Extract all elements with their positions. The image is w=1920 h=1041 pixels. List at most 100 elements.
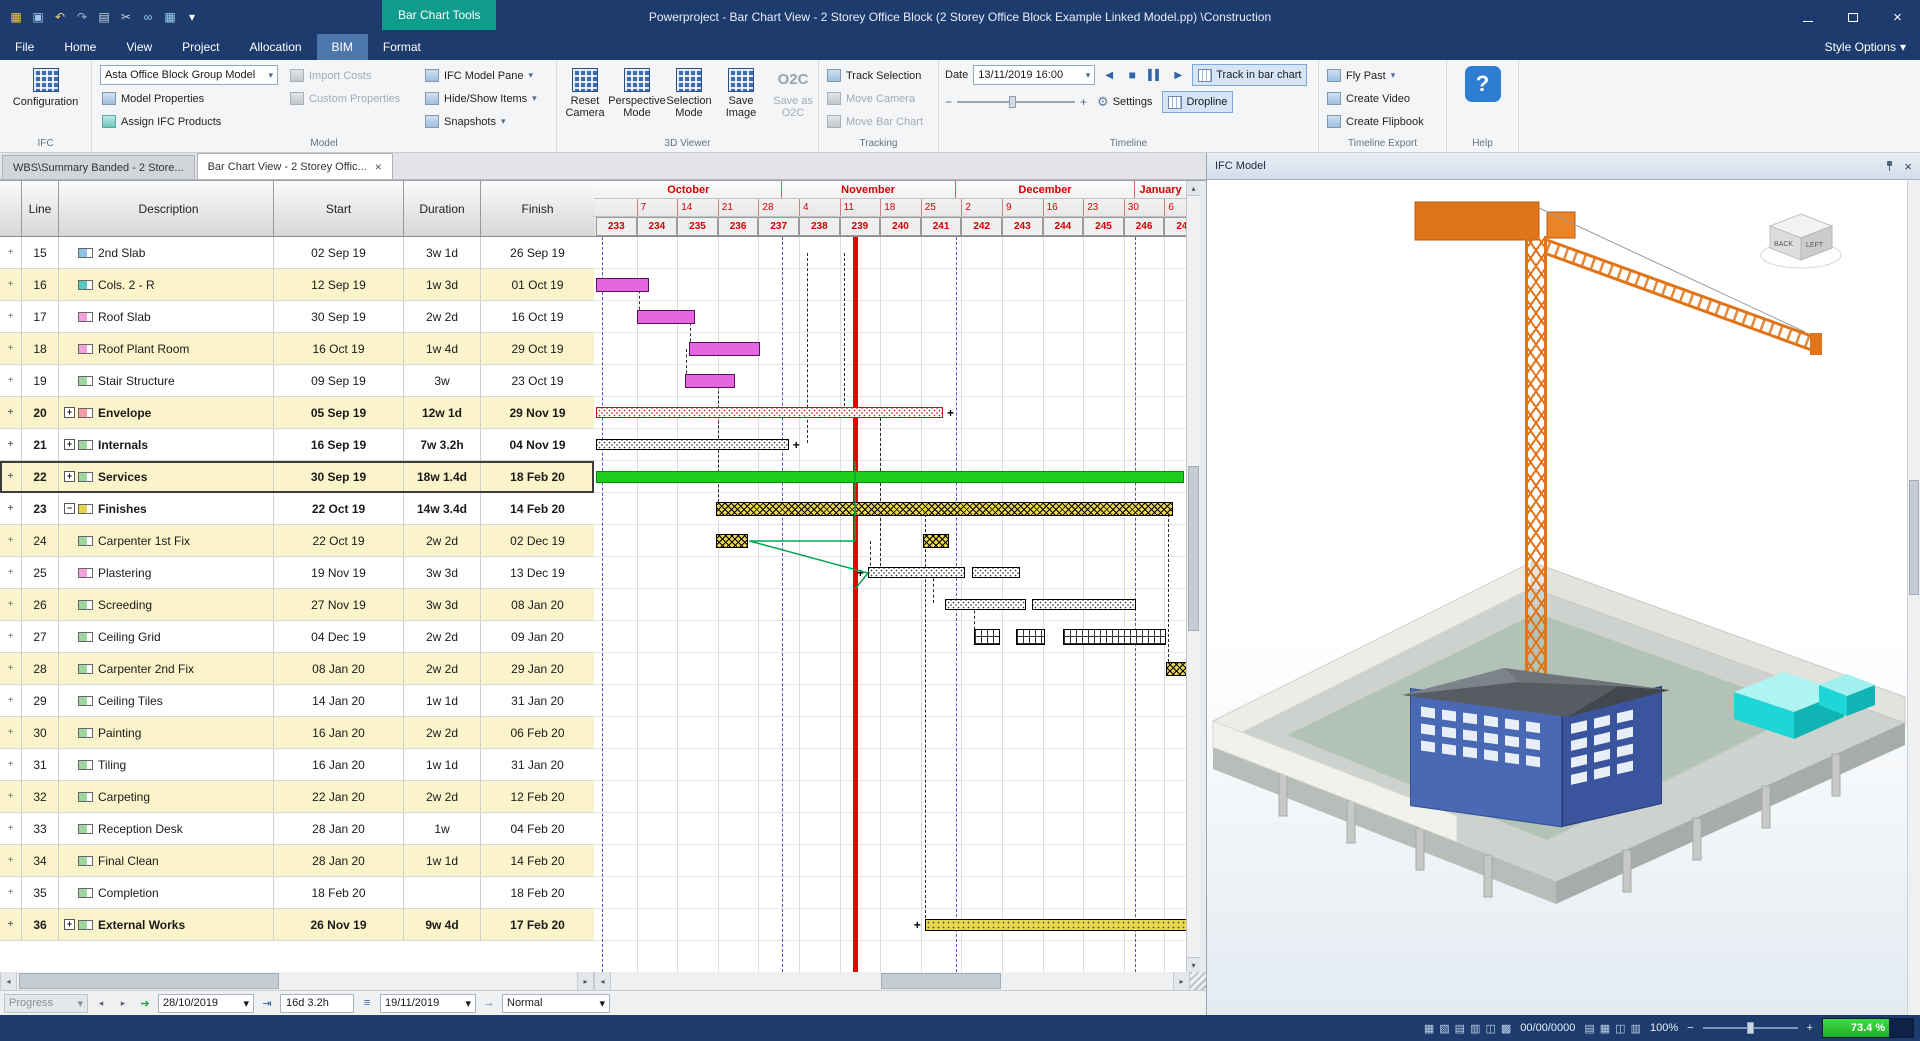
table-row-line-24[interactable]: +24Carpenter 1st Fix22 Oct 192w 2d02 Dec… (0, 525, 594, 557)
perspective-mode-button[interactable]: Perspective Mode (611, 63, 663, 119)
row-expand-icon[interactable]: + (0, 749, 22, 780)
ribbon-tab-view[interactable]: View (111, 34, 167, 60)
row-expand-icon[interactable]: + (0, 525, 22, 556)
table-row-line-17[interactable]: +17Roof Slab30 Sep 192w 2d16 Oct 19 (0, 301, 594, 333)
status-icon-b2[interactable]: ◫ (1615, 1022, 1625, 1035)
ribbon-tab-allocation[interactable]: Allocation (235, 34, 317, 60)
table-row-line-23[interactable]: +23−Finishes22 Oct 1914w 3.4d14 Feb 20 (0, 493, 594, 525)
ifc-pane-header[interactable]: IFC Model × (1207, 153, 1920, 180)
pause-button[interactable]: ▌▌ (1146, 66, 1164, 84)
scroll-up-button[interactable]: ▴ (1187, 181, 1200, 196)
document-tab[interactable]: Bar Chart View - 2 Storey Offic...× (197, 153, 393, 179)
play-button[interactable]: ▶ (1169, 66, 1187, 84)
row-expand-icon[interactable]: + (0, 877, 22, 908)
header-description[interactable]: Description (59, 181, 274, 236)
row-expand-icon[interactable]: + (0, 589, 22, 620)
table-scroll-track[interactable] (17, 972, 577, 990)
row-expand-icon[interactable]: + (0, 269, 22, 300)
timeline-date-picker[interactable]: 13/11/2019 16:00 ▾ (973, 65, 1095, 85)
summary-expander-icon[interactable]: + (64, 439, 75, 450)
summary-expander-icon[interactable]: − (64, 503, 75, 514)
zoom-slider[interactable] (1703, 1021, 1798, 1035)
table-row-line-19[interactable]: +19Stair Structure09 Sep 193w23 Oct 19 (0, 365, 594, 397)
row-expand-icon[interactable]: + (0, 653, 22, 684)
row-expand-icon[interactable]: + (0, 813, 22, 844)
gantt-scroll-track[interactable] (611, 972, 1173, 990)
selection-mode-button[interactable]: Selection Mode (663, 63, 715, 119)
table-row-line-22[interactable]: +22+Services30 Sep 1918w 1.4d18 Feb 20 (0, 461, 594, 493)
progress-mode-dropdown[interactable]: Progress ▾ (4, 994, 88, 1013)
row-expand-icon[interactable]: + (0, 301, 22, 332)
slider-thumb[interactable] (1009, 96, 1016, 108)
report-date-to-picker[interactable]: 19/11/2019 ▾ (380, 994, 476, 1013)
close-pane-icon[interactable]: × (1904, 159, 1912, 174)
summary-expander-icon[interactable]: + (64, 407, 75, 418)
ribbon-tab-format[interactable]: Format (368, 34, 436, 60)
table-scroll-thumb[interactable] (19, 973, 279, 989)
table-horizontal-scrollbar[interactable]: ◂ ▸ (0, 972, 594, 990)
status-icon-a0[interactable]: ▦ (1424, 1022, 1434, 1035)
table-row-line-35[interactable]: +35Completion18 Feb 2018 Feb 20 (0, 877, 594, 909)
maximize-button[interactable] (1830, 0, 1875, 34)
table-icon[interactable]: ▦ (160, 6, 180, 28)
ifc-scroll-thumb[interactable] (1909, 480, 1919, 595)
zoom-in-button[interactable]: + (1807, 1022, 1813, 1034)
create-video-button[interactable]: Create Video (1325, 89, 1426, 108)
table-row-line-31[interactable]: +31Tiling16 Jan 201w 1d31 Jan 20 (0, 749, 594, 781)
status-icon-a5[interactable]: ▩ (1501, 1022, 1511, 1035)
row-expand-icon[interactable]: + (0, 909, 22, 940)
dropline-button[interactable]: Dropline (1162, 91, 1233, 113)
table-row-line-36[interactable]: +36+External Works26 Nov 199w 4d17 Feb 2… (0, 909, 594, 941)
jump-first-button[interactable]: ◂ (92, 994, 110, 1012)
table-row-line-30[interactable]: +30Painting16 Jan 202w 2d06 Feb 20 (0, 717, 594, 749)
row-expand-icon[interactable]: + (0, 493, 22, 524)
table-row-line-21[interactable]: +21+Internals16 Sep 197w 3.2h04 Nov 19 (0, 429, 594, 461)
timeline-slider-plus[interactable]: + (1080, 95, 1087, 109)
summary-expander-icon[interactable]: + (64, 471, 75, 482)
context-tab-group[interactable]: Bar Chart Tools (382, 0, 496, 30)
settings-button[interactable]: ⚙ Settings (1092, 91, 1157, 113)
jump-last-button[interactable]: ▸ (114, 994, 132, 1012)
row-expand-icon[interactable]: + (0, 557, 22, 588)
close-tab-icon[interactable]: × (375, 160, 382, 174)
report-date-from-picker[interactable]: 28/10/2019 ▾ (158, 994, 254, 1013)
ribbon-tab-home[interactable]: Home (49, 34, 111, 60)
row-expand-icon[interactable]: + (0, 461, 22, 492)
ribbon-tab-file[interactable]: File (0, 34, 49, 60)
navigation-cube[interactable]: BACK LEFT (1761, 214, 1841, 268)
zoom-slider-thumb[interactable] (1747, 1022, 1754, 1034)
track-in-bar-chart-button[interactable]: Track in bar chart (1192, 64, 1307, 86)
table-row-line-29[interactable]: +29Ceiling Tiles14 Jan 201w 1d31 Jan 20 (0, 685, 594, 717)
status-icon-a4[interactable]: ◫ (1485, 1022, 1495, 1035)
scroll-left-button[interactable]: ◂ (0, 972, 17, 990)
move-bar-chart-button[interactable]: Move Bar Chart (825, 112, 925, 131)
row-expand-icon[interactable]: + (0, 237, 22, 268)
table-row-line-26[interactable]: +26Screeding27 Nov 193w 3d08 Jan 20 (0, 589, 594, 621)
close-button[interactable]: × (1875, 0, 1920, 34)
timeline-speed-slider[interactable] (957, 94, 1075, 110)
timeline-slider-minus[interactable]: − (945, 95, 952, 109)
ifc-model-pane-button[interactable]: IFC Model Pane ▾ (423, 66, 539, 85)
table-row-line-32[interactable]: +32Carpeting22 Jan 202w 2d12 Feb 20 (0, 781, 594, 813)
gantt-horizontal-scrollbar[interactable]: ◂ ▸ (594, 972, 1206, 990)
minimize-button[interactable] (1785, 0, 1830, 34)
table-row-line-15[interactable]: +152nd Slab02 Sep 193w 1d26 Sep 19 (0, 237, 594, 269)
model-selector-dropdown[interactable]: Asta Office Block Group Model ▾ (100, 65, 278, 85)
link-icon[interactable]: ∞ (138, 6, 158, 28)
status-icon-a2[interactable]: ▤ (1455, 1022, 1465, 1035)
save-image-button[interactable]: Save Image (715, 63, 767, 119)
gantt-timeline-header[interactable]: OctoberNovemberDecemberJanuary 714212841… (594, 181, 1186, 237)
advance-icon[interactable]: → (480, 994, 498, 1012)
table-row-line-25[interactable]: +25Plastering19 Nov 193w 3d13 Dec 19 (0, 557, 594, 589)
ifc-3d-viewport[interactable]: BACK LEFT (1207, 180, 1920, 1015)
redo-icon[interactable]: ↷ (72, 6, 92, 28)
hide-show-items-button[interactable]: Hide/Show Items ▾ (423, 89, 539, 108)
table-row-line-20[interactable]: +20+Envelope05 Sep 1912w 1d29 Nov 19 (0, 397, 594, 429)
zoom-out-button[interactable]: − (1687, 1022, 1693, 1034)
app-menu-icon[interactable]: ▦ (6, 6, 26, 28)
scroll-right-button[interactable]: ▸ (1173, 972, 1190, 990)
table-row-line-27[interactable]: +27Ceiling Grid04 Dec 192w 2d09 Jan 20 (0, 621, 594, 653)
row-expand-icon[interactable]: + (0, 429, 22, 460)
row-expand-icon[interactable]: + (0, 717, 22, 748)
extend-to-icon[interactable]: ⇥ (258, 994, 276, 1012)
